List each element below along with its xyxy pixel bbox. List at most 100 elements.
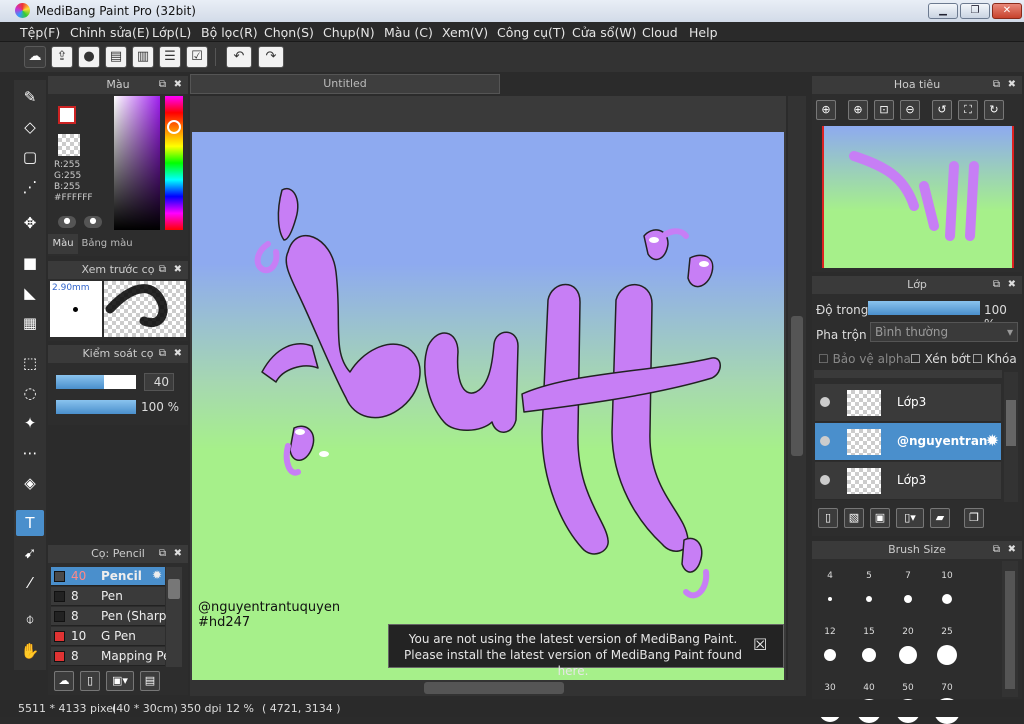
brush-size-dot[interactable] (942, 594, 952, 604)
shape-tool-icon[interactable]: ▢ (16, 144, 44, 170)
add-layer-menu-icon[interactable]: ▯▾ (896, 508, 924, 528)
gear-icon[interactable]: ✹ (986, 431, 999, 450)
tab-palette[interactable]: Bảng màu (80, 234, 134, 254)
zoom-out-icon[interactable]: ⊖ (900, 100, 920, 120)
eraser-tool-icon[interactable]: ◇ (16, 114, 44, 140)
menu-select[interactable]: Chọn(S) (264, 25, 314, 40)
menu-cloud[interactable]: Cloud (642, 25, 678, 40)
notification-close-icon[interactable]: ☒ (753, 637, 767, 653)
palette-add-icon[interactable]: ● (84, 216, 102, 228)
brush-size-dot[interactable] (899, 646, 917, 664)
brush-size-slider[interactable] (56, 375, 136, 389)
transparent-color-swatch[interactable] (58, 134, 80, 156)
layer-row[interactable]: Lớp3 (815, 384, 1001, 422)
color-square[interactable] (114, 96, 160, 230)
brush-size-dot[interactable] (828, 597, 832, 601)
lasso-tool-icon[interactable]: ◌ (16, 380, 44, 406)
tab-color[interactable]: Màu (48, 234, 78, 254)
close-icon[interactable]: ✖ (1008, 76, 1016, 94)
add-brush-icon[interactable]: ▣▾ (106, 671, 134, 691)
layer-opacity-slider[interactable] (868, 301, 980, 315)
brush-size-dot[interactable] (824, 649, 836, 661)
close-icon[interactable]: ✖ (174, 261, 182, 279)
layer-row[interactable]: Lớp3 (815, 462, 1001, 500)
zoom-in-alt-icon[interactable]: ⊕ (848, 100, 868, 120)
brush-tool-icon[interactable]: ✎ (16, 84, 44, 110)
menu-file[interactable]: Tệp(F) (20, 25, 60, 40)
select-pen-tool-icon[interactable]: ⋯ (16, 440, 44, 466)
fit-screen-icon[interactable]: ⊡ (874, 100, 894, 120)
alpha-protect-checkbox[interactable]: ☐ Bảo vệ alpha (818, 352, 911, 366)
brush-size-dot[interactable] (866, 596, 872, 602)
popout-icon[interactable]: ⧉ (159, 76, 166, 94)
select-eraser-tool-icon[interactable]: ◈ (16, 470, 44, 496)
popout-icon[interactable]: ⧉ (993, 76, 1000, 94)
palette-icon[interactable]: ● (58, 216, 76, 228)
menu-view[interactable]: Xem(V) (442, 25, 488, 40)
gear-icon[interactable]: ✹ (152, 568, 162, 582)
brush-list-scrollbar[interactable] (166, 567, 182, 667)
operation-tool-icon[interactable]: ➹ (16, 540, 44, 566)
navigator-thumbnail[interactable] (822, 126, 1014, 268)
undo-icon[interactable]: ↶ (226, 46, 252, 68)
gradient-tool-icon[interactable]: ▦ (16, 310, 44, 336)
brush-list-item[interactable]: 8 Mapping Pe (51, 647, 171, 666)
menu-help[interactable]: Help (689, 25, 718, 40)
brush-size-dot[interactable] (904, 595, 912, 603)
close-icon[interactable]: ✖ (1008, 276, 1016, 294)
eye-icon[interactable] (820, 475, 830, 485)
menu-layer[interactable]: Lớp(L) (152, 25, 191, 40)
hue-slider[interactable] (165, 96, 183, 230)
bucket-tool-icon[interactable]: ◣ (16, 280, 44, 306)
layers-scrollbar[interactable] (1004, 372, 1018, 502)
checklist-icon[interactable]: ☑ (186, 46, 208, 68)
clipping-checkbox[interactable]: ☐ Xén bớt (910, 352, 971, 366)
share-icon[interactable]: ⇪ (51, 46, 73, 68)
brush-size-value[interactable]: 40 (144, 373, 174, 391)
message-icon[interactable]: ▤ (105, 46, 127, 68)
new-brush-icon[interactable]: ▯ (80, 671, 100, 691)
close-icon[interactable]: ✖ (174, 76, 182, 94)
blend-mode-select[interactable]: Bình thường ▾ (870, 322, 1018, 342)
dot-tool-icon[interactable]: ⋰ (16, 174, 44, 200)
zoom-in-icon[interactable]: ⊕ (816, 100, 836, 120)
popout-icon[interactable]: ⧉ (159, 545, 166, 563)
cloud-brush-icon[interactable]: ☁ (54, 671, 74, 691)
menu-snap[interactable]: Chụp(N) (323, 25, 375, 40)
canvas-horizontal-scrollbar[interactable] (190, 680, 806, 696)
popout-icon[interactable]: ⧉ (993, 541, 1000, 559)
move-tool-icon[interactable]: ✥ (16, 210, 44, 236)
maximize-button[interactable]: ❐ (960, 3, 990, 19)
lock-checkbox[interactable]: ☐ Khóa (972, 352, 1017, 366)
document-icon[interactable]: ▥ (132, 46, 154, 68)
brush-list-item[interactable]: 8 Pen (51, 587, 165, 606)
text-tool-icon[interactable]: T (16, 510, 44, 536)
hue-handle[interactable] (167, 120, 181, 134)
new-layer-icon[interactable]: ▯ (818, 508, 838, 528)
menu-tools[interactable]: Công cụ(T) (497, 25, 565, 40)
full-screen-icon[interactable]: ⛶ (958, 100, 978, 120)
new-halftone-layer-icon[interactable]: ▧ (844, 508, 864, 528)
select-tool-icon[interactable]: ⬚ (16, 350, 44, 376)
brush-list-item[interactable]: 40 Pencil ✹ (51, 567, 165, 586)
brush-list-item[interactable]: 10 G Pen (51, 627, 165, 646)
canvas-area[interactable]: @nguyentrantuquyen #hd247 (190, 96, 786, 680)
layer-row[interactable]: @nguyentran ✹ (815, 423, 1001, 461)
eyedropper-tool-icon[interactable]: ⌽ (16, 606, 44, 632)
menu-color[interactable]: Màu (C) (384, 25, 433, 40)
update-notification[interactable]: You are not using the latest version of … (388, 624, 784, 678)
duplicate-layer-icon[interactable]: ❐ (964, 508, 984, 528)
fill-rect-tool-icon[interactable]: ■ (16, 250, 44, 276)
list-icon[interactable]: ☰ (159, 46, 181, 68)
comment-icon[interactable]: ● (78, 46, 100, 68)
redo-icon[interactable]: ↷ (258, 46, 284, 68)
canvas-tab[interactable]: Untitled (190, 74, 500, 94)
canvas-vertical-scrollbar[interactable] (788, 96, 806, 680)
close-icon[interactable]: ✖ (174, 345, 182, 363)
new-1bit-layer-icon[interactable]: ▣ (870, 508, 890, 528)
artboard[interactable]: @nguyentrantuquyen #hd247 (192, 132, 784, 680)
brush-opacity-slider[interactable] (56, 400, 136, 414)
menu-window[interactable]: Cửa sổ(W) (572, 25, 637, 40)
brush-settings-icon[interactable]: ▤ (140, 671, 160, 691)
close-icon[interactable]: ✖ (1008, 541, 1016, 559)
